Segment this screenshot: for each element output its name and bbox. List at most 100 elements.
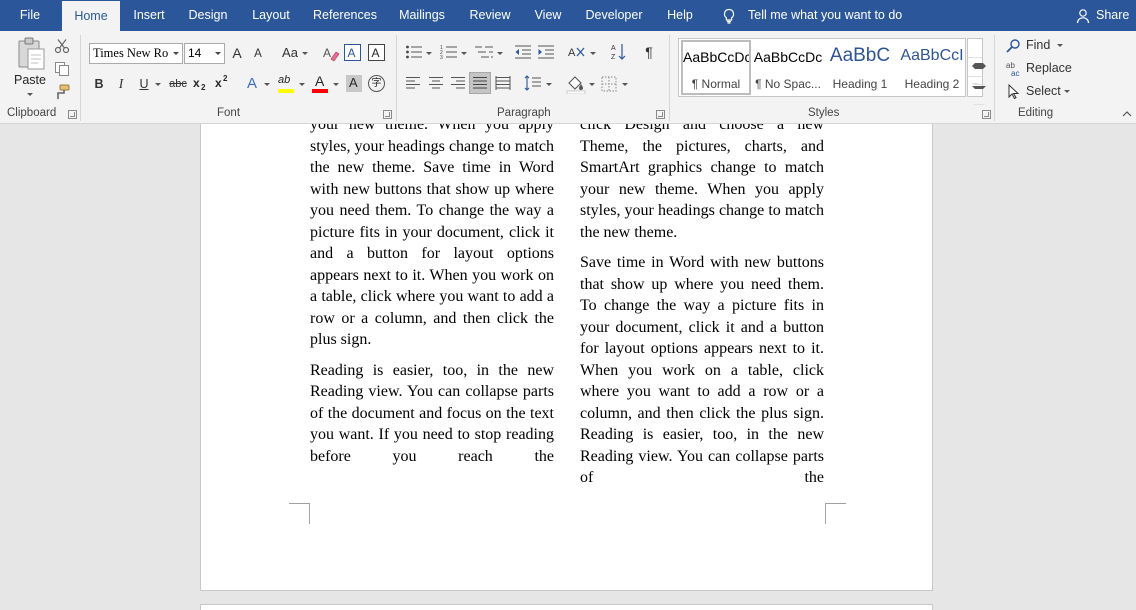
tab-developer[interactable]: Developer	[580, 0, 648, 31]
asian-layout-icon[interactable]: A	[568, 44, 586, 60]
paragraph[interactable]: your new theme. When you apply styles, y…	[310, 124, 554, 351]
superscript-button[interactable]: x 2	[215, 74, 229, 93]
chevron-down-icon[interactable]	[299, 83, 305, 86]
show-formatting-marks-icon[interactable]: ¶	[642, 43, 656, 61]
tab-review[interactable]: Review	[462, 0, 518, 31]
enclose-characters-button[interactable]: 字	[368, 75, 385, 92]
italic-button[interactable]: I	[114, 75, 128, 93]
chevron-down-icon[interactable]	[170, 44, 182, 63]
highlight-button[interactable]: ab	[278, 74, 296, 94]
next-page[interactable]	[200, 604, 933, 610]
paragraph[interactable]: Reading is easier, too, in the new Readi…	[310, 360, 554, 489]
shrink-font-icon[interactable]: A	[252, 45, 264, 63]
underline-button[interactable]: U	[137, 75, 151, 93]
tab-layout[interactable]: Layout	[244, 0, 298, 31]
grow-font-icon[interactable]: A	[230, 44, 244, 62]
align-right-icon[interactable]	[450, 76, 466, 90]
font-color-button[interactable]: A	[312, 73, 330, 94]
style-no-spacing[interactable]: AaBbCcDc ¶ No Spac...	[753, 41, 823, 94]
collapse-ribbon-icon[interactable]	[1122, 110, 1132, 118]
cursor-arrow-icon	[1008, 84, 1020, 99]
document-page[interactable]: your new theme. When you apply styles, y…	[200, 124, 933, 591]
font-size-box[interactable]: 14	[184, 43, 225, 64]
borders-icon[interactable]	[601, 76, 617, 92]
chevron-down-icon[interactable]	[497, 52, 503, 55]
clear-formatting-icon[interactable]: A	[322, 44, 340, 62]
shading-icon[interactable]	[566, 74, 586, 94]
tab-view[interactable]: View	[528, 0, 568, 31]
line-spacing-icon[interactable]	[524, 75, 542, 91]
person-icon	[1076, 9, 1090, 24]
tab-insert[interactable]: Insert	[126, 0, 172, 31]
svg-text:A: A	[372, 46, 380, 60]
lightbulb-icon	[723, 8, 735, 24]
numbering-icon[interactable]: 1 2 3	[440, 44, 458, 60]
font-launcher-icon[interactable]	[383, 110, 392, 119]
paste-button[interactable]: Paste	[12, 37, 50, 99]
gallery-scroll-down[interactable]	[968, 58, 986, 85]
chevron-down-icon[interactable]	[589, 83, 595, 86]
justify-button[interactable]	[469, 72, 491, 94]
svg-text:Z: Z	[611, 54, 616, 61]
text-column-right[interactable]: click Design and choose a new Theme, the…	[580, 124, 824, 510]
bold-button[interactable]: B	[92, 75, 106, 93]
font-name-value: Times New Ro	[93, 46, 169, 60]
chevron-down-icon[interactable]	[155, 83, 161, 86]
styles-gallery-scroller	[967, 38, 986, 105]
text-effects-box-icon[interactable]: A	[344, 44, 363, 63]
chevron-down-icon[interactable]	[264, 83, 270, 86]
chevron-down-icon[interactable]	[622, 83, 628, 86]
multilevel-list-icon[interactable]	[474, 44, 494, 60]
chevron-down-icon[interactable]	[590, 52, 596, 55]
character-shading-glyph: A	[349, 75, 358, 90]
chevron-down-icon[interactable]	[212, 44, 224, 63]
clipboard-launcher-icon[interactable]	[68, 110, 77, 119]
copy-icon[interactable]	[54, 61, 70, 77]
character-border-icon[interactable]: A	[368, 44, 387, 63]
clipboard-group-label: Clipboard	[7, 107, 57, 119]
styles-launcher-icon[interactable]	[982, 110, 991, 119]
subscript-button[interactable]: x 2	[193, 75, 207, 93]
paragraph-launcher-icon[interactable]	[656, 110, 665, 119]
font-name-box[interactable]: Times New Ro	[89, 43, 183, 64]
paragraph[interactable]: Save time in Word with new buttons that …	[580, 252, 824, 510]
chevron-down-icon[interactable]	[426, 52, 432, 55]
tab-design[interactable]: Design	[182, 0, 234, 31]
distributed-icon[interactable]	[495, 76, 511, 90]
tab-references[interactable]: References	[308, 0, 382, 31]
tab-home[interactable]: Home	[62, 1, 120, 31]
format-painter-icon[interactable]	[54, 84, 70, 100]
increase-indent-icon[interactable]	[537, 44, 555, 60]
gallery-scroll-up[interactable]	[968, 39, 986, 66]
replace-label: Replace	[1026, 61, 1072, 75]
paragraph[interactable]: click Design and choose a new Theme, the…	[580, 124, 824, 243]
sort-icon[interactable]: A Z	[611, 43, 627, 61]
svg-text:ac: ac	[1011, 69, 1019, 76]
chevron-down-icon[interactable]	[302, 52, 308, 55]
chevron-down-icon[interactable]	[333, 83, 339, 86]
style-normal[interactable]: AaBbCcDc ¶ Normal	[681, 40, 751, 95]
text-column-left[interactable]: your new theme. When you apply styles, y…	[310, 124, 554, 489]
clipboard-icon	[18, 37, 45, 70]
style-heading-2[interactable]: AaBbCcI Heading 2	[897, 41, 967, 94]
decrease-indent-icon[interactable]	[514, 44, 532, 60]
tab-file[interactable]: File	[8, 0, 52, 31]
tab-help[interactable]: Help	[660, 0, 700, 31]
chevron-down-icon[interactable]	[461, 52, 467, 55]
text-effects-icon[interactable]: A	[245, 75, 259, 93]
align-center-icon[interactable]	[428, 76, 444, 90]
document-area[interactable]: your new theme. When you apply styles, y…	[0, 124, 1136, 610]
character-shading-button[interactable]: A	[346, 75, 362, 92]
chevron-down-icon[interactable]	[546, 83, 552, 86]
scissors-icon[interactable]	[54, 38, 70, 54]
style-heading-1[interactable]: AaBbC Heading 1	[825, 41, 895, 94]
divider	[994, 35, 995, 121]
strikethrough-button[interactable]: abc	[167, 75, 189, 93]
change-case-icon[interactable]: Aa	[280, 44, 300, 62]
gallery-more[interactable]	[968, 77, 986, 105]
select-label: Select	[1026, 84, 1061, 98]
bullets-icon[interactable]	[405, 44, 423, 60]
tab-mailings[interactable]: Mailings	[392, 0, 452, 31]
align-left-icon[interactable]	[405, 76, 421, 90]
style-name: ¶ No Spac...	[755, 77, 821, 91]
